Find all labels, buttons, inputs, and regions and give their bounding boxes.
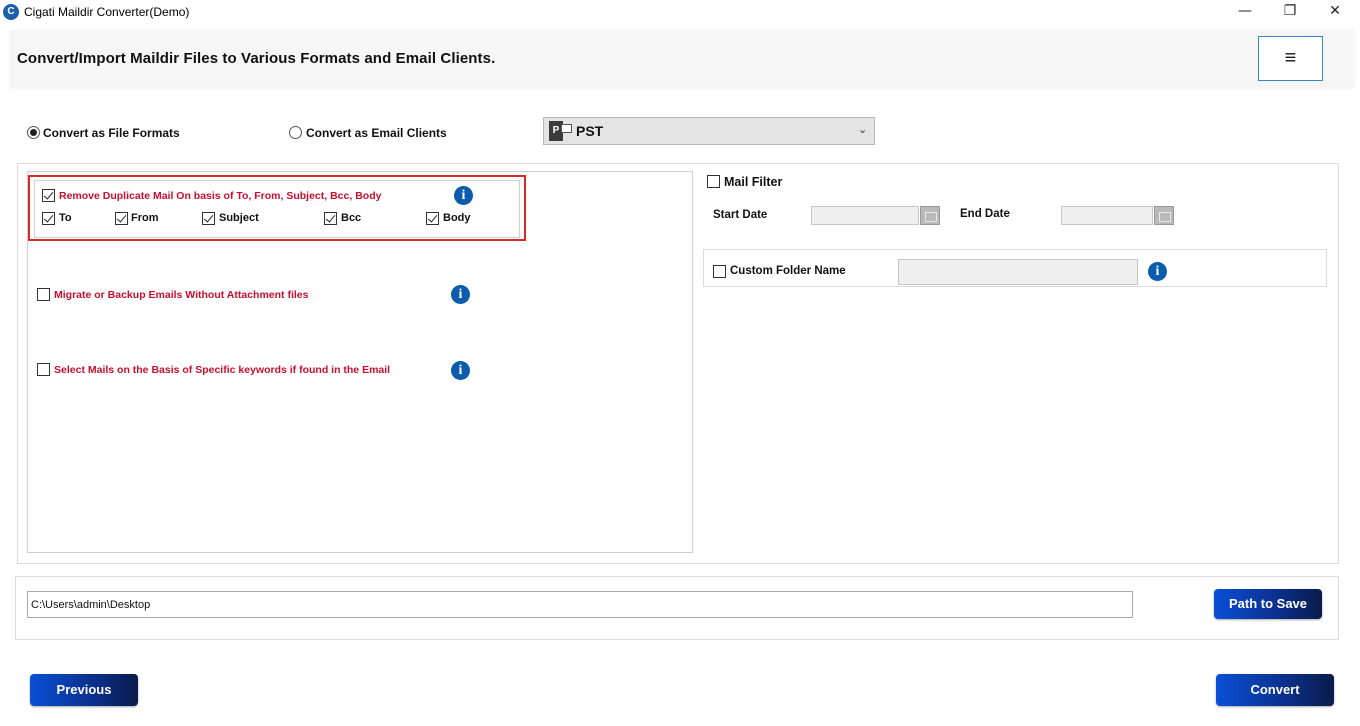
email-clients-radio[interactable] bbox=[289, 126, 302, 139]
dup-from-label[interactable]: From bbox=[131, 212, 159, 224]
mail-filter-label[interactable]: Mail Filter bbox=[724, 175, 782, 189]
maximize-icon[interactable]: ❐ bbox=[1267, 0, 1313, 24]
custom-folder-label[interactable]: Custom Folder Name bbox=[730, 265, 846, 277]
hamburger-icon: ≡ bbox=[1284, 47, 1297, 69]
dup-subject-checkbox[interactable] bbox=[202, 212, 215, 225]
start-calendar-icon[interactable] bbox=[920, 206, 940, 225]
duplicate-info-icon[interactable]: i bbox=[454, 186, 473, 205]
keywords-label[interactable]: Select Mails on the Basis of Specific ke… bbox=[54, 364, 390, 376]
end-date-label: End Date bbox=[960, 208, 1010, 220]
keywords-info-icon[interactable]: i bbox=[451, 361, 470, 380]
format-dropdown-value: PST bbox=[576, 123, 604, 139]
convert-button[interactable]: Convert bbox=[1216, 674, 1334, 706]
dup-body-checkbox[interactable] bbox=[426, 212, 439, 225]
minimize-icon[interactable]: — bbox=[1222, 0, 1268, 24]
page-title: Convert/Import Maildir Files to Various … bbox=[17, 50, 496, 67]
start-date-field[interactable] bbox=[811, 206, 919, 225]
no-attachments-checkbox[interactable] bbox=[37, 288, 50, 301]
format-dropdown[interactable]: P PST ⌄ bbox=[543, 117, 875, 145]
dup-bcc-checkbox[interactable] bbox=[324, 212, 337, 225]
title-bar bbox=[0, 0, 1360, 24]
dup-bcc-label[interactable]: Bcc bbox=[341, 212, 361, 224]
dup-from-checkbox[interactable] bbox=[115, 212, 128, 225]
keywords-checkbox[interactable] bbox=[37, 363, 50, 376]
no-attachments-label[interactable]: Migrate or Backup Emails Without Attachm… bbox=[54, 289, 308, 301]
duplicate-group bbox=[34, 180, 520, 238]
path-to-save-button[interactable]: Path to Save bbox=[1214, 589, 1322, 619]
remove-duplicate-checkbox[interactable] bbox=[42, 189, 55, 202]
window-title: Cigati Maildir Converter(Demo) bbox=[24, 5, 190, 19]
no-attachments-info-icon[interactable]: i bbox=[451, 285, 470, 304]
end-calendar-icon[interactable] bbox=[1154, 206, 1174, 225]
custom-folder-checkbox[interactable] bbox=[713, 265, 726, 278]
envelope-icon bbox=[561, 124, 572, 133]
file-formats-radio[interactable] bbox=[27, 126, 40, 139]
remove-duplicate-label[interactable]: Remove Duplicate Mail On basis of To, Fr… bbox=[59, 190, 381, 202]
file-formats-label[interactable]: Convert as File Formats bbox=[43, 126, 180, 140]
mail-filter-checkbox[interactable] bbox=[707, 175, 720, 188]
app-logo-icon: C bbox=[3, 4, 19, 20]
chevron-down-icon: ⌄ bbox=[858, 123, 868, 136]
dup-to-checkbox[interactable] bbox=[42, 212, 55, 225]
custom-folder-field[interactable] bbox=[898, 259, 1138, 285]
dup-to-label[interactable]: To bbox=[59, 212, 72, 224]
start-date-label: Start Date bbox=[713, 209, 768, 221]
dup-body-label[interactable]: Body bbox=[443, 212, 471, 224]
previous-button[interactable]: Previous bbox=[30, 674, 138, 706]
dup-subject-label[interactable]: Subject bbox=[219, 212, 259, 224]
end-date-field[interactable] bbox=[1061, 206, 1153, 225]
custom-folder-info-icon[interactable]: i bbox=[1148, 262, 1167, 281]
close-icon[interactable]: ✕ bbox=[1312, 0, 1358, 24]
email-clients-label[interactable]: Convert as Email Clients bbox=[306, 126, 447, 140]
hamburger-menu-button[interactable]: ≡ bbox=[1258, 36, 1323, 81]
save-path-input[interactable] bbox=[27, 591, 1133, 618]
